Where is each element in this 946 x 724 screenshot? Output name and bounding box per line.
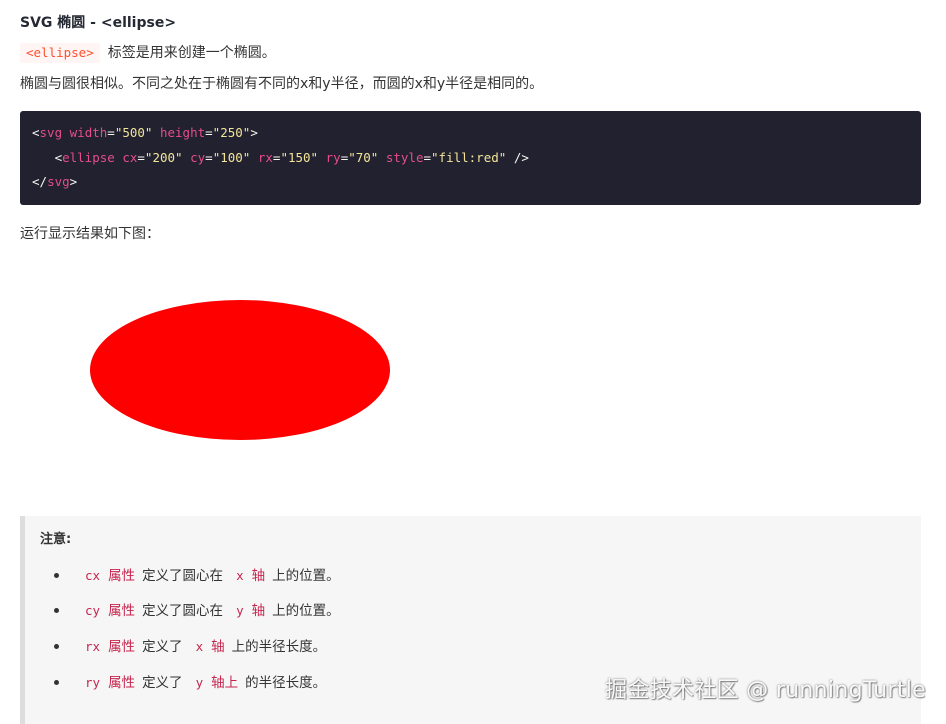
code-block[interactable]: <svg width="500" height="250"> <ellipse … (20, 111, 921, 205)
inline-code: x (195, 639, 204, 654)
note-text: 的半径长度。 (245, 675, 327, 691)
inline-code: cy (85, 603, 101, 618)
code-string: "200" (144, 149, 183, 165)
inline-code: cx (85, 568, 101, 583)
note-text: 上的半径长度。 (231, 639, 327, 655)
code-line-3: </svg> (32, 170, 909, 195)
code-tag: svg (39, 125, 63, 140)
code-token: = (205, 125, 213, 140)
ellipse-demo-figure (90, 300, 390, 440)
inline-code: rx (85, 639, 101, 654)
code-string: "fill:red" (431, 149, 507, 165)
code-attr: ry (325, 149, 341, 165)
code-string: "250" (212, 125, 251, 140)
code-string: "500" (114, 125, 153, 140)
code-attr: style (385, 149, 424, 165)
note-title: 注意: (40, 532, 72, 547)
note-text: 定义了 (142, 675, 183, 691)
code-token: /> (506, 149, 529, 165)
inline-code: 属性 (108, 675, 136, 691)
code-token: > (250, 125, 258, 140)
bullet-icon (54, 679, 59, 685)
bullet-icon (54, 572, 59, 578)
code-token: = (205, 149, 213, 165)
inline-code: ry (85, 675, 101, 690)
code-line-2: <ellipse cx="200" cy="100" rx="150" ry="… (32, 146, 909, 171)
inline-code: x (236, 568, 244, 583)
inline-code: 轴 (251, 568, 266, 584)
code-token: = (137, 149, 145, 165)
code-token: </ (32, 174, 48, 189)
code-tag: ellipse (62, 149, 115, 165)
note-text: 上的位置。 (272, 568, 340, 584)
inline-code-ellipse: <ellipse> (20, 43, 100, 63)
inline-code: y (236, 603, 244, 618)
list-item: ry 属性 定义了 y 轴上 的半径长度。 (54, 672, 329, 694)
code-string: "70" (348, 149, 379, 165)
bullet-icon (54, 607, 59, 613)
red-ellipse (90, 300, 390, 440)
intro-text: 标签是用来创建一个椭圆。 (107, 45, 276, 61)
code-line-1: <svg width="500" height="250"> (32, 121, 909, 146)
inline-code: 属性 (108, 603, 136, 619)
note-text: 上的位置。 (272, 603, 340, 619)
code-token: = (107, 125, 115, 140)
inline-code: 属性 (108, 639, 136, 655)
code-tag: svg (47, 174, 70, 189)
inline-code: 属性 (108, 568, 136, 584)
note-text: 定义了圆心在 (142, 568, 224, 584)
code-token: = (423, 149, 432, 165)
code-token: < (54, 149, 63, 165)
code-attr: cy (190, 149, 206, 165)
watermark: 掘金技术社区 @ runningTurtle (605, 678, 926, 703)
code-token: > (69, 174, 78, 189)
section-heading: SVG 椭圆 - <ellipse> (20, 15, 177, 31)
result-caption: 运行显示结果如下图： (20, 226, 160, 242)
intro-line: <ellipse> 标签是用来创建一个椭圆。 (20, 43, 276, 63)
code-attr: cx (122, 149, 138, 165)
code-attr: width (69, 125, 108, 140)
note-text: 定义了 (142, 639, 183, 655)
inline-code: y (195, 675, 204, 690)
code-token: < (32, 125, 40, 140)
code-attr: rx (257, 149, 273, 165)
code-string: "150" (280, 149, 319, 165)
inline-code: 轴上 (211, 675, 239, 691)
bullet-icon (54, 643, 59, 649)
code-string: "100" (212, 149, 251, 165)
inline-code: 轴 (211, 639, 225, 655)
code-attr: height (159, 125, 206, 140)
list-item: rx 属性 定义了 x 轴上的半径长度。 (54, 636, 329, 658)
inline-code: 轴 (251, 603, 266, 619)
list-item: cy 属性 定义了圆心在 y 轴上的位置。 (54, 600, 343, 622)
list-item: cx 属性 定义了圆心在 x 轴上的位置。 (54, 565, 343, 587)
intro-paragraph: 椭圆与圆很相似。不同之处在于椭圆有不同的x和y半径，而圆的x和y半径是相同的。 (20, 76, 544, 92)
note-text: 定义了圆心在 (142, 603, 224, 619)
